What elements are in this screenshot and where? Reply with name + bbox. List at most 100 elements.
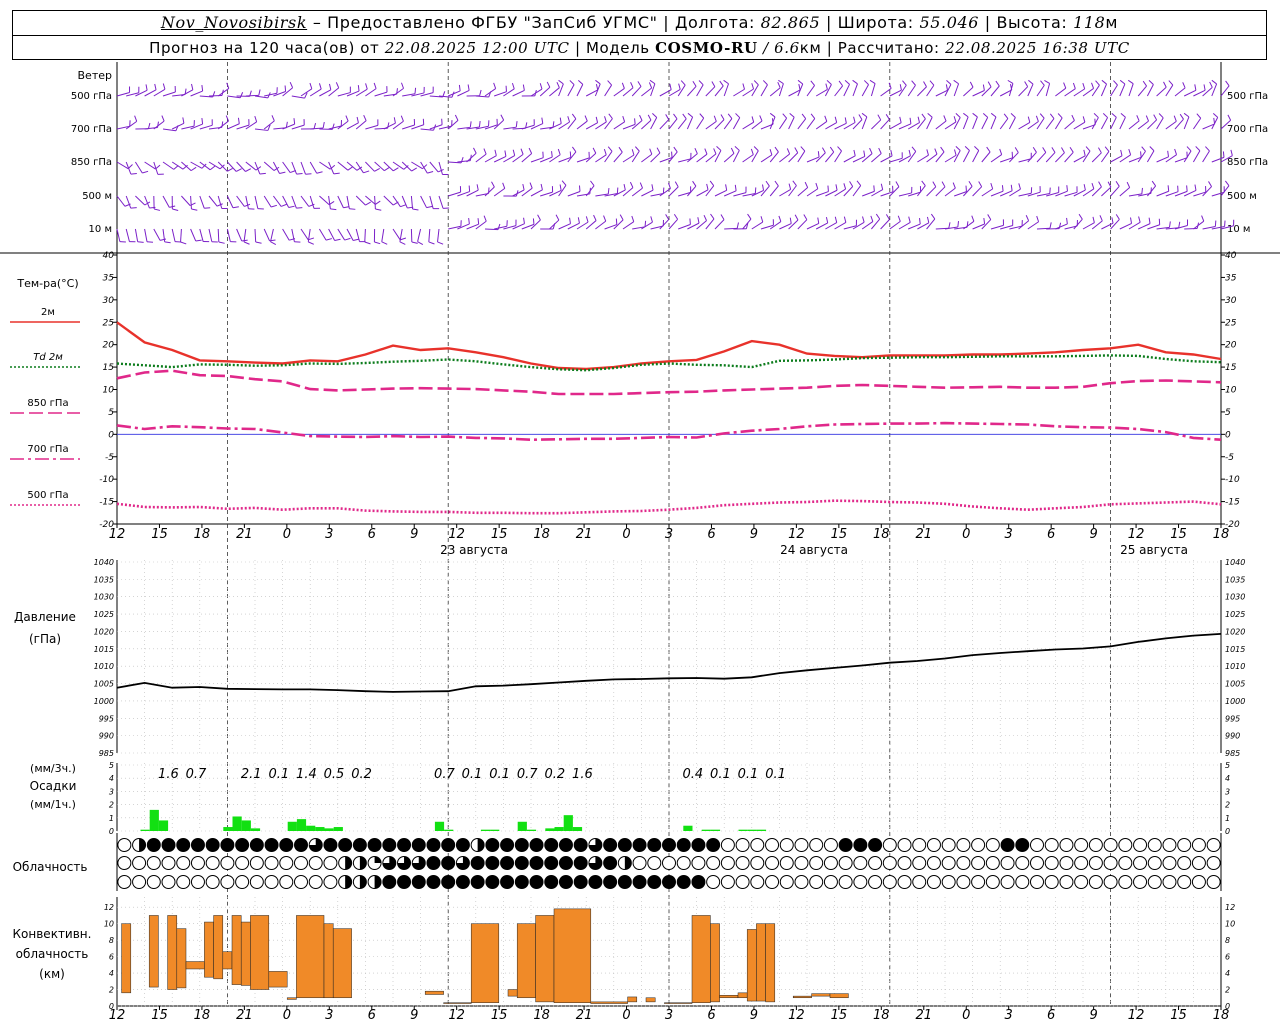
pressure-ytick-right-1005: 1005: [1225, 680, 1245, 689]
cloud-circle: [205, 838, 220, 852]
time-tick-top-21: 3: [1005, 527, 1013, 542]
cloud-symbol: [691, 875, 706, 889]
cloud-circle: [161, 838, 176, 852]
cloud-circle: [603, 856, 618, 870]
wind-barb-staff: [760, 84, 768, 97]
conv-bar-36: [829, 993, 849, 999]
wind-barb-feather: [154, 208, 161, 211]
conv-bar-6: [213, 915, 224, 980]
wind-barb-staff: [1091, 152, 1102, 163]
wind-barb-feather: [546, 81, 551, 88]
wind-barb-staff: [622, 221, 635, 230]
precip-total-7: 0.7: [434, 767, 455, 782]
wind-barb-staff: [696, 117, 705, 130]
time-tick-bottom-22: 6: [1047, 1008, 1055, 1023]
wind-barb-feather: [1035, 115, 1039, 122]
wind-barb-staff: [1018, 220, 1029, 230]
wind-barb-staff: [254, 228, 257, 243]
precip-bar-6: [250, 828, 261, 831]
wind-barb-staff: [613, 219, 624, 230]
wind-barb-feather: [571, 113, 577, 120]
cloud-symbol: [1191, 856, 1206, 870]
cloud-circle: [1088, 838, 1103, 852]
cloud-symbol: [1162, 856, 1177, 870]
wind-barb-feather: [1183, 112, 1190, 118]
wind-barb-staff: [383, 195, 394, 206]
wind-barb-staff: [558, 83, 564, 97]
cloud-symbol: [205, 856, 220, 870]
cloud-symbol: [1206, 875, 1221, 889]
wind-barb-staff: [355, 161, 364, 174]
wind-barb-feather: [1140, 151, 1142, 158]
wind-barb-staff: [631, 187, 643, 197]
cloud-circle: [750, 856, 765, 870]
cloud-circle: [779, 856, 794, 870]
cloud-symbol: [1147, 856, 1162, 870]
cloud-circle: [455, 838, 470, 852]
temp-ytick-right-30: 30: [1225, 296, 1237, 306]
cloud-circle: [662, 875, 676, 889]
wind-barb-staff: [1100, 83, 1108, 97]
cloud-circle: [956, 838, 971, 852]
cloud-fill: [477, 838, 485, 852]
precip-bar-21: [563, 815, 573, 831]
cloud-circle: [117, 856, 132, 870]
time-tick-top-6: 6: [368, 527, 376, 542]
wind-barb-staff: [641, 221, 653, 230]
wind-barb-feather: [759, 115, 763, 122]
wind-barb-feather: [458, 84, 461, 91]
wind-barb-feather: [1168, 221, 1171, 228]
cloud-symbol: [1088, 875, 1103, 889]
wind-barb-staff: [1137, 85, 1147, 97]
wind-barb-feather: [927, 112, 933, 118]
cloud-circle: [397, 875, 412, 889]
precip-total-10: 0.7: [517, 767, 538, 782]
time-tick-bottom-11: 21: [576, 1008, 593, 1023]
wind-barb-feather: [673, 213, 679, 220]
wind-barb-feather: [648, 82, 653, 89]
wind-barbs: [116, 79, 1235, 245]
cloud-circle: [470, 856, 485, 870]
wind-barb-feather: [1225, 80, 1230, 87]
cloud-symbol: [529, 875, 544, 889]
temp-ytick-right--5: -5: [1225, 453, 1234, 463]
wind-barb-staff: [282, 228, 290, 241]
cloud-symbol: [794, 856, 809, 870]
wind-barb-staff: [576, 120, 588, 130]
wind-barb-feather: [232, 206, 239, 209]
cloud-symbol: [190, 856, 205, 870]
pressure-ytick-right-1015: 1015: [1225, 645, 1245, 654]
cloud-circle: [912, 838, 927, 852]
wind-barb-staff: [724, 190, 737, 197]
wind-barb-feather: [400, 82, 405, 89]
wind-barb-staff: [1128, 120, 1140, 130]
wind-barb-feather: [669, 83, 672, 90]
wind-barb-staff: [825, 122, 837, 130]
cloud-circle: [809, 856, 824, 870]
wind-barb-feather: [953, 116, 957, 123]
wind-barb-feather: [571, 146, 577, 153]
wind-barb-staff: [1018, 86, 1029, 97]
precip-total-5: 0.5: [324, 767, 345, 782]
wind-barb-staff: [650, 117, 658, 130]
precip-ytick-left-4: 4: [109, 774, 114, 783]
wind-barb-feather: [769, 149, 773, 156]
cloud-circle: [1177, 838, 1192, 852]
pressure-ytick-right-1030: 1030: [1225, 593, 1245, 602]
wind-barb-feather: [955, 113, 961, 118]
cloud-symbol: [558, 875, 573, 889]
cloud-symbol: [941, 875, 956, 889]
wind-barb-staff: [190, 195, 192, 210]
precip-bar-24: [701, 829, 711, 831]
wind-barb-staff: [263, 195, 272, 208]
wind-barb-feather: [849, 181, 854, 187]
wind-barb-feather: [497, 223, 501, 230]
wind-barb-feather: [1044, 79, 1050, 84]
wind-barb-feather: [789, 217, 792, 224]
conv-ytick-left-2: 2: [109, 986, 114, 995]
wind-barb-feather: [957, 220, 960, 228]
pressure-ytick-right-1000: 1000: [1225, 697, 1245, 706]
wind-barb-feather: [146, 241, 154, 243]
cloud-symbol: [117, 838, 132, 852]
wind-barb-feather: [751, 83, 755, 90]
